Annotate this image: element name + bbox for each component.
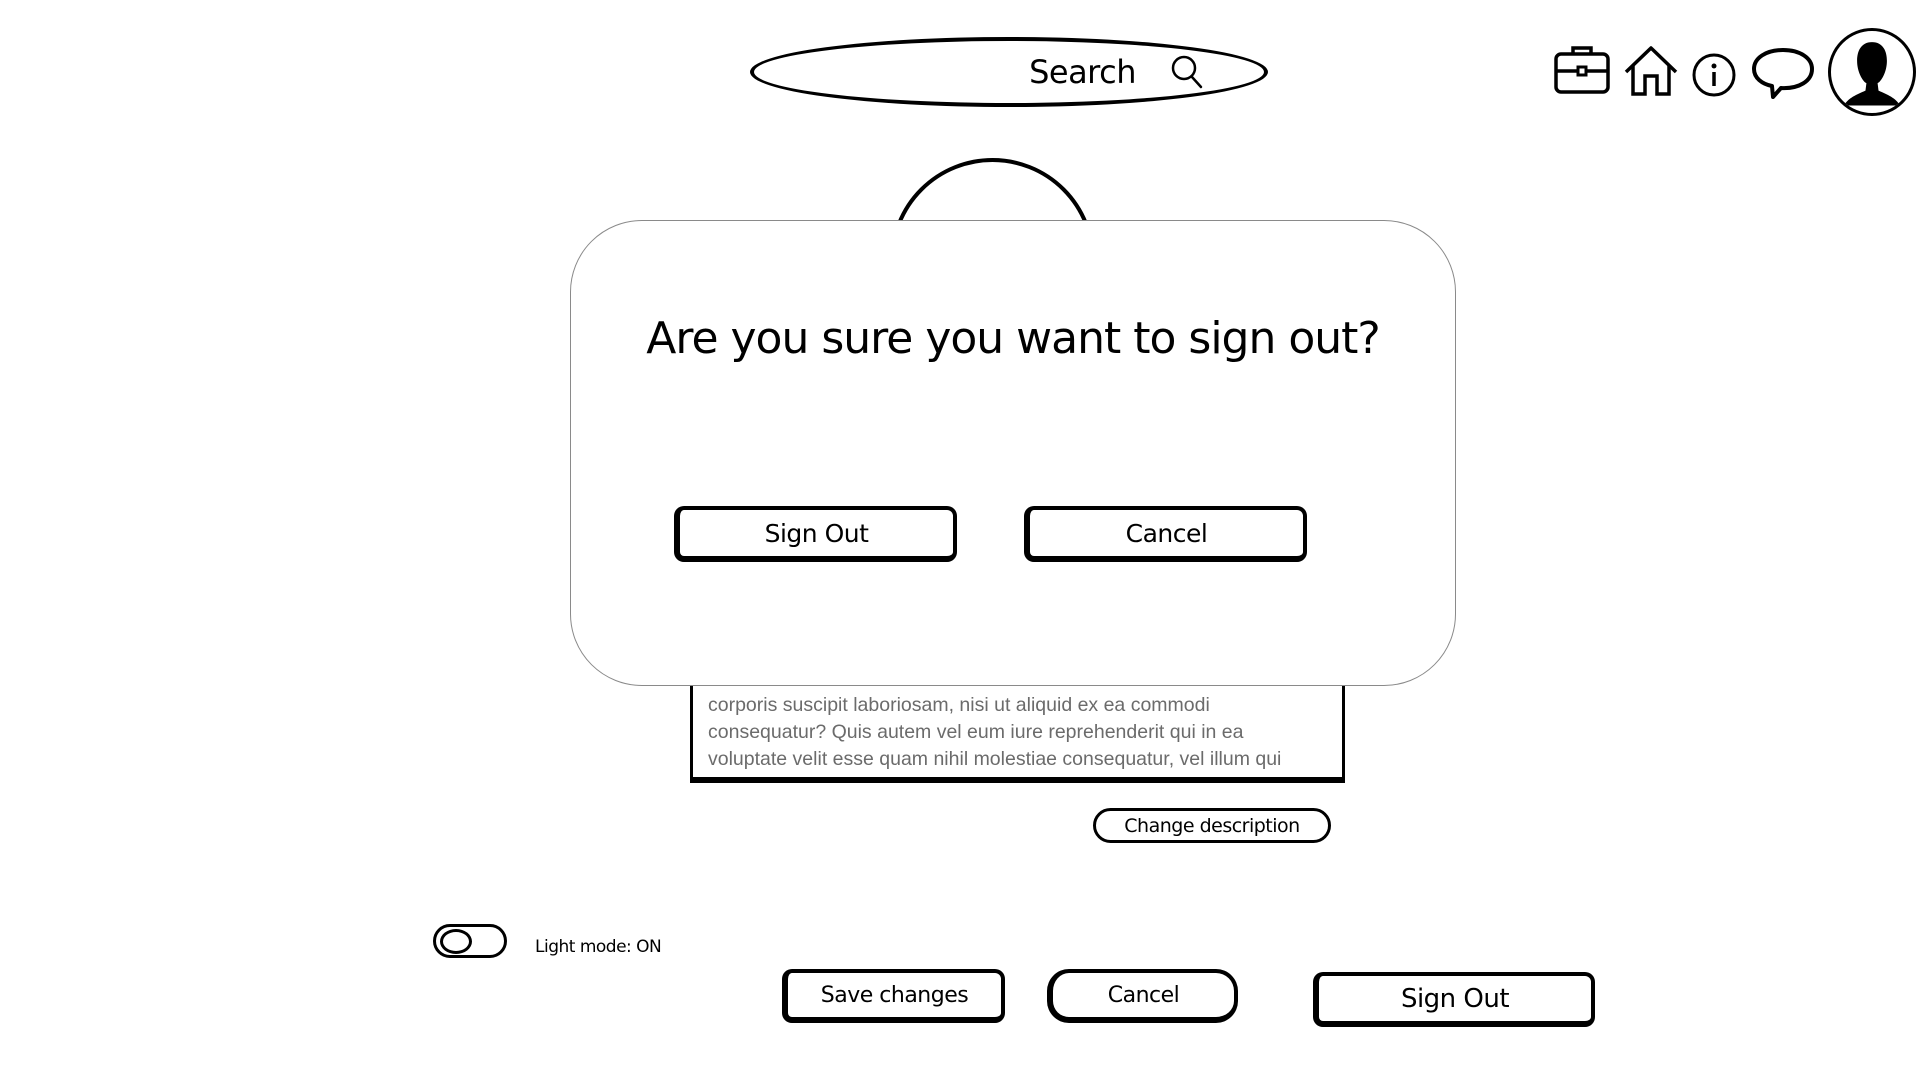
search-icon[interactable] xyxy=(1170,54,1204,90)
avatar-icon xyxy=(1844,42,1900,106)
change-description-button[interactable]: Change description xyxy=(1093,808,1331,843)
dialog-title: Are you sure you want to sign out? xyxy=(646,313,1381,364)
description-line: consequatur? Quis autem vel eum iure rep… xyxy=(708,721,1244,743)
save-changes-button[interactable]: Save changes xyxy=(782,969,1005,1023)
briefcase-icon[interactable] xyxy=(1553,42,1611,100)
description-line: voluptate velit esse quam nihil molestia… xyxy=(708,748,1282,770)
description-line: corporis suscipit laboriosam, nisi ut al… xyxy=(708,694,1210,716)
cancel-button[interactable]: Cancel xyxy=(1047,969,1238,1023)
info-icon[interactable] xyxy=(1687,42,1745,100)
search-bar[interactable]: Search xyxy=(750,37,1268,107)
sign-out-confirmation-dialog: Are you sure you want to sign out? Sign … xyxy=(570,220,1456,686)
light-mode-label: Light mode: ON xyxy=(535,937,662,957)
search-placeholder: Search xyxy=(1029,53,1136,91)
dialog-cancel-button[interactable]: Cancel xyxy=(1024,506,1307,562)
sign-out-button[interactable]: Sign Out xyxy=(1313,972,1595,1027)
home-icon[interactable] xyxy=(1622,42,1680,100)
light-mode-toggle[interactable] xyxy=(433,924,507,958)
chat-icon[interactable] xyxy=(1750,42,1816,100)
toggle-knob xyxy=(440,929,472,954)
dialog-sign-out-button[interactable]: Sign Out xyxy=(674,506,957,562)
avatar[interactable] xyxy=(1828,28,1916,116)
